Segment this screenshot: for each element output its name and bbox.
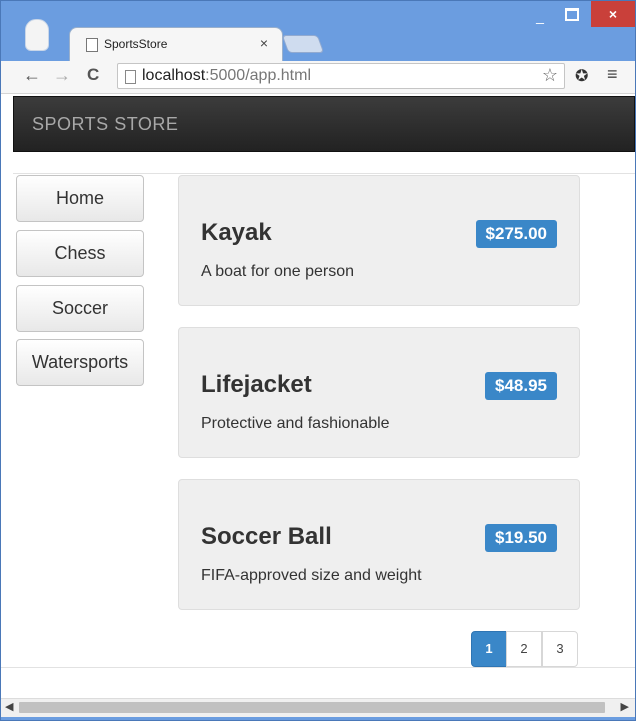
- forward-arrow-icon[interactable]: →: [53, 65, 71, 86]
- page-button-1[interactable]: 1: [471, 631, 507, 667]
- page-button-2[interactable]: 2: [506, 631, 542, 667]
- browser-window: SportsStore × _ × ← → C localhost:5000/a…: [0, 0, 636, 721]
- brand-title[interactable]: SPORTS STORE: [32, 114, 178, 135]
- new-tab-button[interactable]: [281, 35, 325, 53]
- back-arrow-icon[interactable]: ←: [23, 65, 41, 86]
- page-button-3[interactable]: 3: [542, 631, 578, 667]
- divider: [13, 173, 635, 174]
- price-badge: $275.00: [475, 220, 557, 248]
- category-button-watersports[interactable]: Watersports: [16, 339, 144, 386]
- url-host: localhost: [142, 67, 206, 84]
- maximize-button[interactable]: [557, 1, 587, 27]
- minimize-button[interactable]: _: [525, 1, 555, 27]
- product-card: Kayak $275.00 A boat for one person: [178, 175, 580, 306]
- url-path: :5000/app.html: [205, 67, 312, 84]
- page-icon: [86, 38, 98, 52]
- page-viewport: SPORTS STORE Home Chess Soccer Waterspor…: [1, 94, 635, 698]
- product-card: Lifejacket $48.95 Protective and fashion…: [178, 327, 580, 458]
- category-button-soccer[interactable]: Soccer: [16, 285, 144, 332]
- address-bar[interactable]: localhost:5000/app.html ☆: [117, 63, 565, 89]
- divider: [1, 667, 635, 668]
- title-bar: SportsStore × _ ×: [1, 1, 635, 61]
- profile-icon[interactable]: [25, 19, 49, 51]
- product-name: Kayak: [201, 219, 272, 246]
- product-description: FIFA-approved size and weight: [201, 567, 422, 584]
- scrollbar-thumb[interactable]: [19, 702, 605, 713]
- product-card: Soccer Ball $19.50 FIFA-approved size an…: [178, 479, 580, 610]
- tab-title: SportsStore: [104, 37, 168, 51]
- browser-toolbar: ← → C localhost:5000/app.html ☆ ✪ ≡: [1, 61, 635, 94]
- scroll-left-arrow-icon[interactable]: ◀: [5, 700, 13, 713]
- product-description: Protective and fashionable: [201, 415, 390, 432]
- bookmark-star-icon[interactable]: ☆: [542, 65, 558, 86]
- page-icon: [125, 70, 136, 84]
- reload-icon[interactable]: C: [87, 65, 99, 85]
- product-description: A boat for one person: [201, 263, 354, 280]
- product-name: Lifejacket: [201, 371, 312, 398]
- category-button-chess[interactable]: Chess: [16, 230, 144, 277]
- browser-tab[interactable]: SportsStore ×: [69, 27, 283, 61]
- product-name: Soccer Ball: [201, 523, 332, 550]
- scroll-right-arrow-icon[interactable]: ▶: [621, 700, 629, 713]
- url-text: localhost:5000/app.html: [142, 67, 311, 85]
- menu-icon[interactable]: ≡: [607, 64, 618, 85]
- horizontal-scrollbar[interactable]: ◀ ▶: [1, 698, 635, 717]
- extension-icon[interactable]: ✪: [575, 66, 588, 86]
- category-button-home[interactable]: Home: [16, 175, 144, 222]
- price-badge: $19.50: [485, 524, 557, 552]
- price-badge: $48.95: [485, 372, 557, 400]
- close-window-button[interactable]: ×: [591, 1, 635, 27]
- close-tab-icon[interactable]: ×: [260, 35, 268, 51]
- navbar: SPORTS STORE: [13, 96, 635, 152]
